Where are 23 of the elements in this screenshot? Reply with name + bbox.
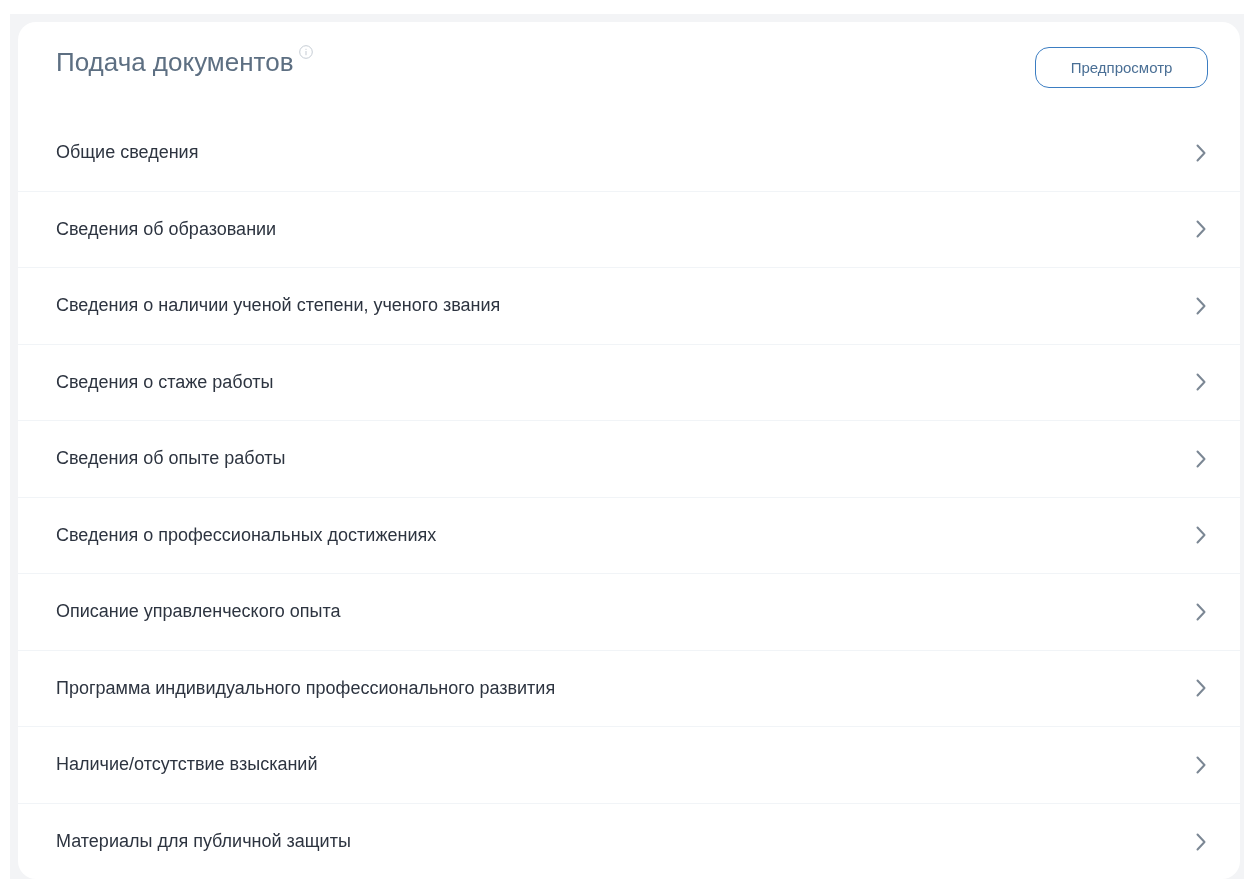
chevron-right-icon	[1196, 220, 1206, 239]
section-item[interactable]: Общие сведения	[18, 115, 1240, 192]
section-item[interactable]: Материалы для публичной защиты	[18, 803, 1240, 879]
chevron-right-icon	[1196, 143, 1206, 162]
chevron-right-icon	[1196, 602, 1206, 621]
section-item[interactable]: Программа индивидуального профессионального развития	[18, 650, 1240, 727]
section-item[interactable]: Наличие/отсутствие взысканий	[18, 727, 1240, 804]
section-item[interactable]: Сведения об образовании	[18, 191, 1240, 268]
chevron-right-icon	[1196, 679, 1206, 698]
chevron-right-icon	[1196, 832, 1206, 851]
preview-button[interactable]: Предпросмотр	[1035, 47, 1208, 88]
section-item[interactable]: Сведения об опыте работы	[18, 421, 1240, 498]
section-item[interactable]: Сведения о стаже работы	[18, 344, 1240, 421]
section-item[interactable]: Сведения о наличии ученой степени, ученого звания	[18, 268, 1240, 345]
page-title: Подача документов	[56, 46, 294, 79]
chevron-right-icon	[1196, 373, 1206, 392]
section-item[interactable]: Описание управленческого опыта	[18, 574, 1240, 651]
chevron-right-icon	[1196, 449, 1206, 468]
chevron-right-icon	[1196, 526, 1206, 545]
section-item[interactable]: Сведения о профессиональных достижениях	[18, 497, 1240, 574]
chevron-right-icon	[1196, 755, 1206, 774]
chevron-right-icon	[1196, 296, 1206, 315]
info-icon	[299, 45, 314, 59]
